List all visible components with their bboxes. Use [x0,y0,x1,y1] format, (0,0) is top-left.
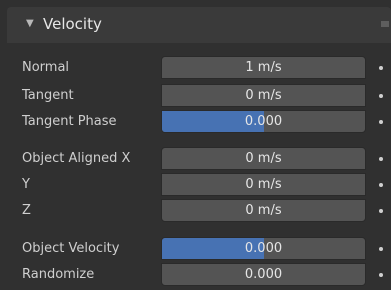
object-velocity-value: 0.000 [244,241,283,256]
keyframe-dot-icon[interactable] [379,273,383,277]
keyframe-dot-icon[interactable] [379,120,383,124]
normal-value: 1 m/s [245,60,282,75]
object-aligned-z-field[interactable]: 0 m/s [161,199,366,222]
normal-row: Normal 1 m/s [0,56,391,80]
object-aligned-x-value: 0 m/s [245,151,282,166]
object-aligned-y-label: Y [22,177,30,192]
object-aligned-z-label: Z [22,203,31,218]
keyframe-dot-icon[interactable] [379,183,383,187]
tangent-phase-label: Tangent Phase [22,114,117,129]
randomize-row: Randomize 0.000 [0,263,391,287]
keyframe-dot-icon[interactable] [379,209,383,213]
tangent-phase-row: Tangent Phase 0.000 [0,110,391,134]
keyframe-dot-icon[interactable] [379,94,383,98]
object-aligned-y-value: 0 m/s [245,177,282,192]
panel-header[interactable]: ▼ Velocity [7,7,391,43]
tangent-phase-value: 0.000 [244,114,283,129]
normal-field[interactable]: 1 m/s [161,56,366,79]
normal-label: Normal [22,60,70,75]
panel-title: Velocity [43,15,102,33]
object-aligned-z-row: Z 0 m/s [0,199,391,223]
keyframe-dot-icon[interactable] [379,157,383,161]
object-velocity-slider[interactable]: 0.000 [161,237,366,260]
randomize-slider[interactable]: 0.000 [161,263,366,286]
object-velocity-row: Object Velocity 0.000 [0,237,391,261]
tangent-value: 0 m/s [245,88,282,103]
object-aligned-x-row: Object Aligned X 0 m/s [0,147,391,171]
keyframe-dot-icon[interactable] [379,247,383,251]
object-aligned-y-row: Y 0 m/s [0,173,391,197]
keyframe-dot-icon[interactable] [379,66,383,70]
object-aligned-x-field[interactable]: 0 m/s [161,147,366,170]
object-aligned-z-value: 0 m/s [245,203,282,218]
drag-grip-icon[interactable] [381,21,389,27]
triangle-down-icon[interactable]: ▼ [26,18,34,29]
object-aligned-y-field[interactable]: 0 m/s [161,173,366,196]
tangent-phase-slider[interactable]: 0.000 [161,110,366,133]
randomize-value: 0.000 [244,267,283,282]
tangent-field[interactable]: 0 m/s [161,84,366,107]
randomize-label: Randomize [22,267,95,282]
object-velocity-label: Object Velocity [22,241,120,256]
tangent-label: Tangent [22,88,74,103]
object-aligned-x-label: Object Aligned X [22,151,131,166]
tangent-row: Tangent 0 m/s [0,84,391,108]
